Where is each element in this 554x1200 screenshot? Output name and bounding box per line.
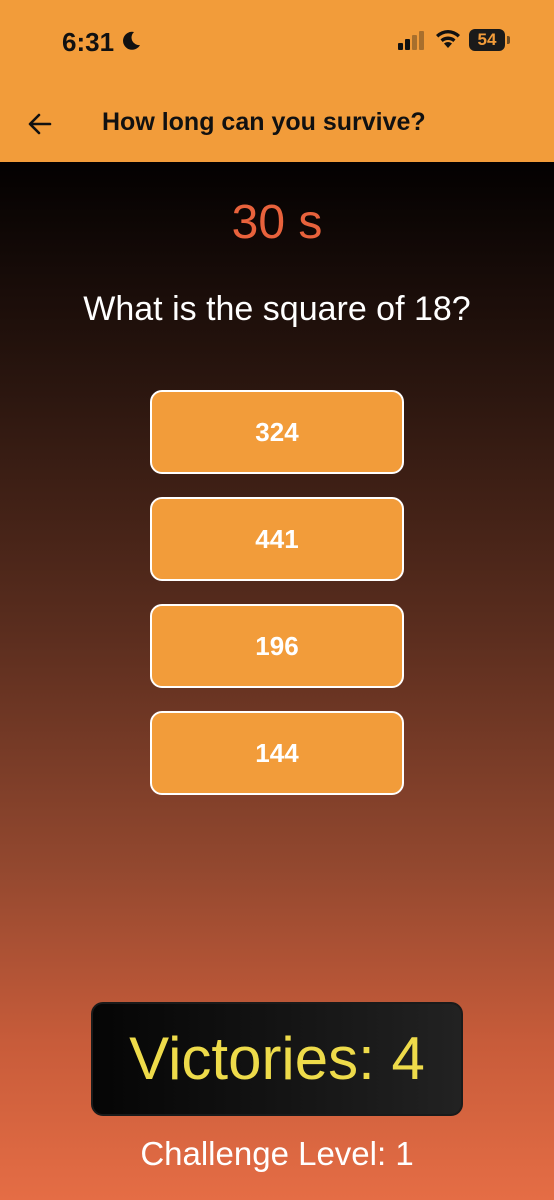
battery-level: 54: [469, 29, 505, 51]
answer-button-2[interactable]: 441: [150, 497, 404, 581]
back-arrow-icon[interactable]: [22, 106, 58, 142]
question-text: What is the square of 18?: [83, 290, 471, 328]
cellular-signal-icon: [398, 31, 424, 50]
answer-button-3[interactable]: 196: [150, 604, 404, 688]
answer-button-4[interactable]: 144: [150, 711, 404, 795]
status-bar: 6:31 54: [0, 0, 554, 90]
victories-counter: Victories: 4: [91, 1002, 463, 1116]
status-time: 6:31: [62, 27, 115, 57]
wifi-icon: [436, 30, 460, 48]
battery-tip: [507, 36, 510, 44]
moon-icon: [123, 31, 140, 50]
countdown-timer: 30 s: [231, 196, 323, 249]
page-title: How long can you survive?: [102, 108, 426, 136]
battery-icon: 54: [469, 29, 511, 51]
app-header: 6:31 54 How long can you survive?: [0, 0, 554, 162]
challenge-level: Challenge Level: 1: [140, 1135, 414, 1172]
answer-button-1[interactable]: 324: [150, 390, 404, 474]
